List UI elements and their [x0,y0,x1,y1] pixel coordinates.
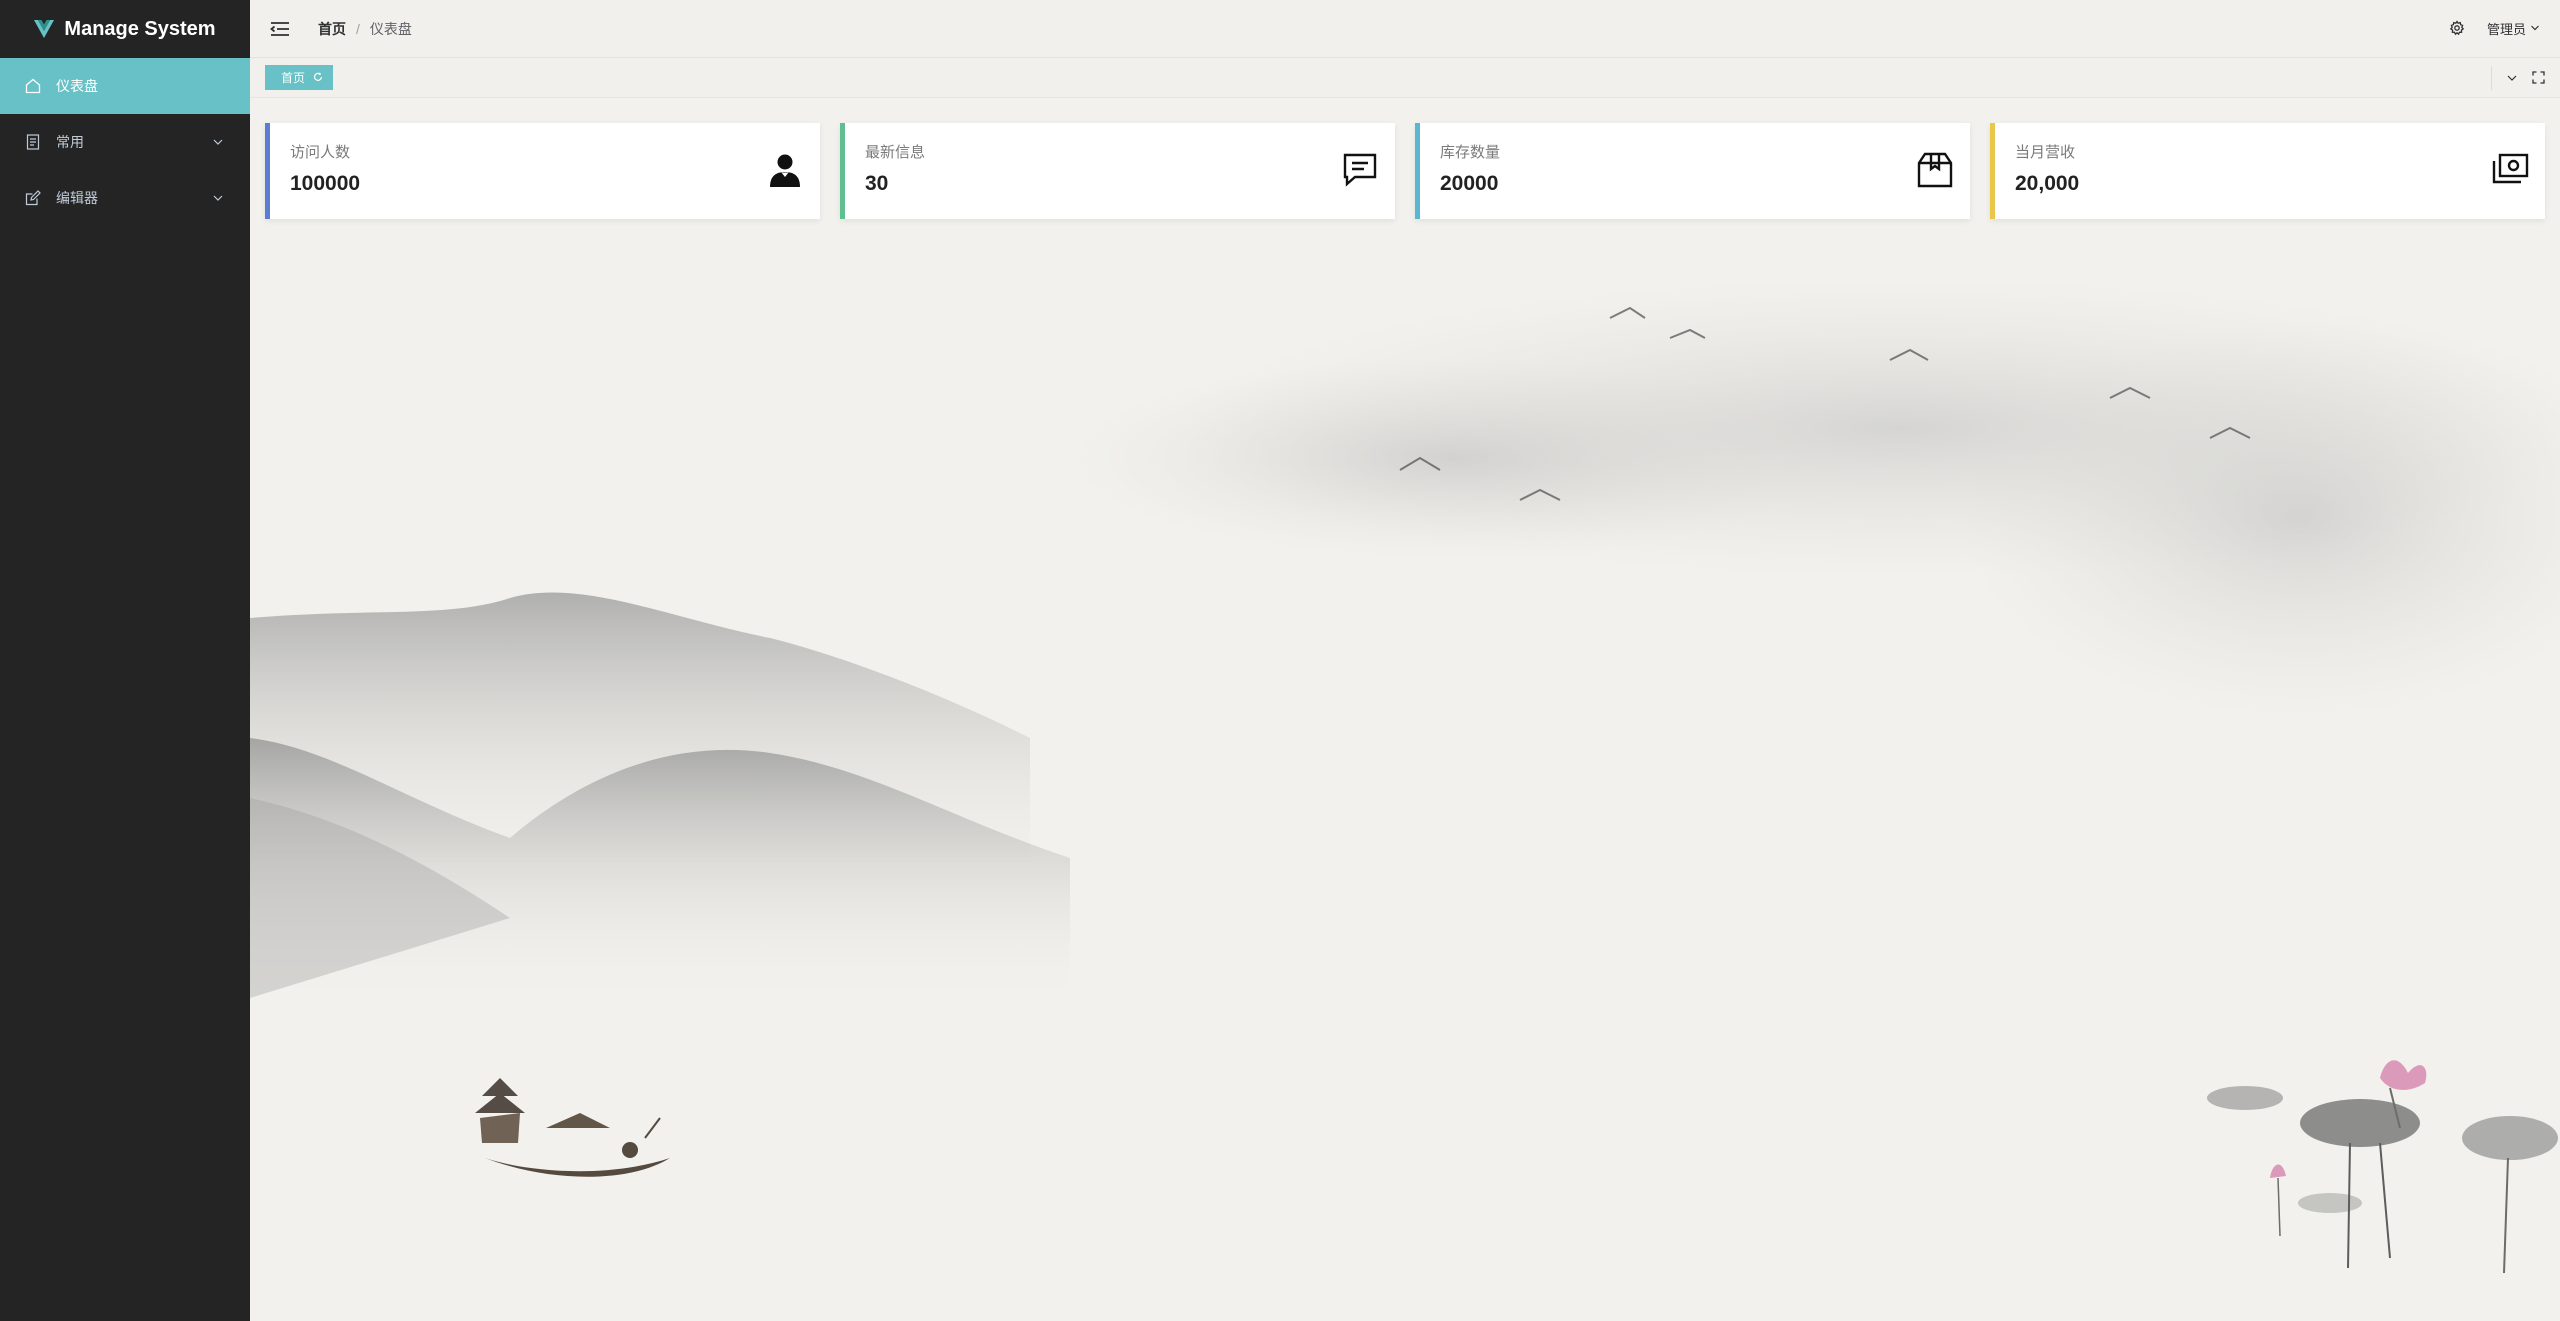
tab-label: 首页 [281,71,306,85]
user-icon [766,151,804,189]
ink-landscape-background [250,278,2560,1274]
stat-card-revenue[interactable]: 当月营收 20,000 [1990,123,2545,219]
stat-label: 库存数量 [1440,144,1501,161]
user-dropdown[interactable]: 管理员 [2487,19,2540,38]
sidebar-item-label: 编辑器 [56,190,98,206]
stat-label: 最新信息 [865,144,926,161]
breadcrumb-current: 仪表盘 [369,20,412,37]
sidebar-item-common[interactable]: 常用 [0,114,250,170]
chevron-down-icon [212,192,224,204]
stat-card-visitors[interactable]: 访问人数 100000 [265,123,820,219]
menu-collapse-icon[interactable] [270,18,292,40]
vue-logo-icon [34,20,55,38]
sidebar: Manage System 仪表盘 常用 编辑器 [0,0,250,1321]
stat-value: 100000 [290,172,361,195]
header-actions: 管理员 [2449,19,2540,38]
gear-icon[interactable] [2449,19,2467,38]
sidebar-item-dashboard[interactable]: 仪表盘 [0,58,250,114]
app-logo[interactable]: Manage System [0,0,250,58]
money-icon [2491,151,2529,189]
fullscreen-icon[interactable] [2532,71,2545,84]
sidebar-item-label: 仪表盘 [56,78,98,94]
chevron-down-icon [2530,21,2540,36]
app-title: Manage System [64,17,216,40]
stat-label: 当月营收 [2015,144,2076,161]
home-icon [24,77,42,95]
breadcrumb: 首页 / 仪表盘 [318,19,412,39]
stat-value: 20,000 [2015,172,2080,195]
stat-card-inventory[interactable]: 库存数量 20000 [1415,123,1970,219]
stat-label: 访问人数 [290,144,351,161]
breadcrumb-home[interactable]: 首页 [318,19,346,39]
tags-actions [2491,65,2545,90]
stat-value: 30 [865,172,889,195]
box-icon [1916,151,1954,189]
boat-pavilion-illustration [475,1078,670,1177]
stat-value: 20000 [1440,172,1499,195]
chevron-down-icon[interactable] [2506,72,2518,84]
sidebar-item-label: 常用 [56,134,84,150]
stat-card-messages[interactable]: 最新信息 30 [840,123,1395,219]
main-content: 首页 / 仪表盘 管理员 首页 访问人数 100000 最新信息 30 库存数量… [250,0,2560,1321]
message-icon [1341,151,1379,189]
breadcrumb-separator: / [356,20,360,37]
tags-bar: 首页 [250,58,2560,98]
edit-icon [24,189,42,207]
top-header: 首页 / 仪表盘 管理员 [250,0,2560,58]
document-icon [24,133,42,151]
user-name: 管理员 [2486,22,2526,37]
sidebar-item-editor[interactable]: 编辑器 [0,170,250,226]
lotus-illustration [2207,1060,2558,1274]
refresh-icon[interactable] [313,71,323,85]
stats-cards: 访问人数 100000 最新信息 30 库存数量 20000 当月营收 20,0… [265,123,2545,219]
chevron-down-icon [212,136,224,148]
tab-home[interactable]: 首页 [265,65,334,90]
